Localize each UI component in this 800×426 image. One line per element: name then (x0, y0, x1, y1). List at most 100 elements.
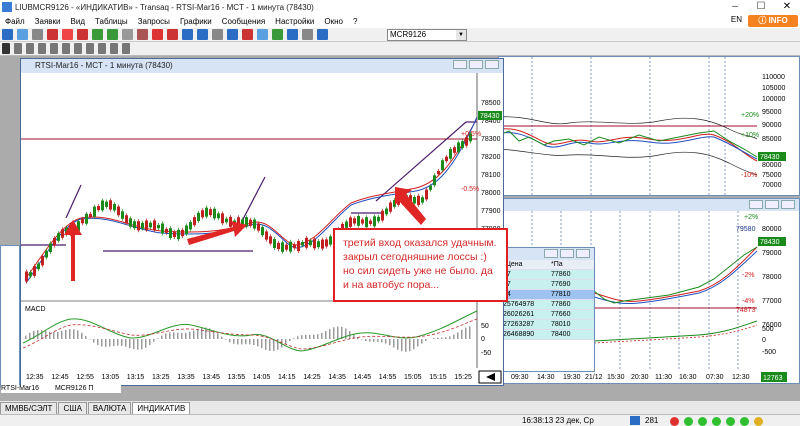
macd-bar (85, 335, 87, 339)
table-row[interactable]: 14 77810 (501, 290, 594, 300)
table-row[interactable]: 77 77690 (501, 280, 594, 290)
macd-bar (405, 339, 407, 352)
macd-bar (169, 332, 171, 339)
candle-body (81, 218, 84, 224)
macd-bar (201, 327, 203, 339)
zoom-out-icon[interactable] (110, 43, 118, 54)
table-row[interactable]: 25764978 77860 (501, 300, 594, 310)
sigma2-icon[interactable] (227, 29, 238, 40)
macd-bar (293, 338, 295, 339)
minimize-button[interactable]: – (722, 0, 748, 14)
x-tick: 14:30 (537, 374, 555, 381)
maximize-window-button[interactable] (469, 60, 483, 69)
filter-icon[interactable] (212, 29, 223, 40)
stop-icon[interactable] (47, 29, 58, 40)
macd-bar (113, 339, 115, 346)
dollar-icon[interactable] (197, 29, 208, 40)
close-button[interactable]: ✕ (774, 0, 800, 14)
macd-bar (161, 335, 163, 339)
left-panel[interactable] (0, 245, 20, 387)
candle-body (41, 255, 44, 266)
line-tool-icon[interactable] (26, 43, 34, 54)
fib-tool-icon[interactable] (62, 43, 70, 54)
info-button[interactable]: ⓘ INFO (748, 15, 798, 27)
maximize-button[interactable]: ☐ (748, 0, 774, 14)
close-window-button[interactable] (485, 60, 499, 69)
save-icon[interactable] (32, 29, 43, 40)
menu-file[interactable]: Файл (0, 17, 30, 26)
main-chart-window[interactable]: RTSI-Mar16 - MCT - 1 минута (78430) MACD… (1, 58, 504, 393)
hline-tool-icon[interactable] (38, 43, 46, 54)
tab-usa[interactable]: США (58, 402, 87, 414)
menu-settings[interactable]: Настройки (270, 17, 319, 26)
sell-icon[interactable] (167, 29, 178, 40)
quote-icon[interactable] (317, 29, 328, 40)
zoom-in-icon[interactable] (98, 43, 106, 54)
close-window-button[interactable] (781, 200, 795, 209)
menu-requests[interactable]: Запросы (133, 17, 175, 26)
menu-orders[interactable]: Заявки (30, 17, 66, 26)
quotes-table-window[interactable]: *Цена *Па 57 77860 77 77690 14 77810 257… (500, 247, 595, 372)
candle-body (29, 272, 32, 277)
menu-view[interactable]: Вид (66, 17, 90, 26)
delete-drawing-icon[interactable] (122, 43, 130, 54)
minimize-window-button[interactable] (453, 60, 467, 69)
x-tick: 14:05 (253, 374, 271, 381)
tab-mmvb[interactable]: ММВБ/СЭЛТ (0, 402, 58, 414)
macd-tick: 0 (481, 336, 485, 343)
column-header-price[interactable]: *Цена (501, 260, 549, 269)
chart-icon[interactable] (137, 29, 148, 40)
text-tool-icon[interactable] (74, 43, 82, 54)
app-icon (2, 2, 12, 12)
menu-tables[interactable]: Таблицы (90, 17, 133, 26)
tab-indicative[interactable]: ИНДИКАТИВ (132, 402, 191, 414)
candle-body (45, 250, 48, 258)
close-window-button[interactable] (576, 249, 590, 258)
refresh-icon[interactable] (257, 29, 268, 40)
table-row[interactable]: 26468890 78400 (501, 330, 594, 340)
open-icon[interactable] (17, 29, 28, 40)
chart-window-right-top[interactable]: 110000 105000 100000 95000 90000 85000 8… (498, 56, 800, 196)
maximize-window-button[interactable] (560, 249, 574, 258)
crosshair-icon[interactable] (14, 43, 22, 54)
language-switch[interactable]: EN (731, 15, 742, 24)
channel-tool-icon[interactable] (50, 43, 58, 54)
menu-charts[interactable]: Графики (175, 17, 217, 26)
macd-bar (453, 334, 455, 339)
dollar2-icon[interactable] (242, 29, 253, 40)
menu-help[interactable]: ? (348, 17, 362, 26)
new-window-icon[interactable] (2, 29, 13, 40)
table-row[interactable]: 26026261 77660 (501, 310, 594, 320)
column-header-pa[interactable]: *Па (549, 260, 563, 269)
table-cell: 25764978 (503, 301, 535, 308)
menu-window[interactable]: Окно (319, 17, 348, 26)
buy-icon[interactable] (92, 29, 103, 40)
sigma-icon[interactable] (182, 29, 193, 40)
table-row[interactable]: 57 77860 (501, 270, 594, 280)
candle-body (133, 221, 136, 229)
cancel-orders-icon[interactable] (77, 29, 88, 40)
candle-body (201, 210, 204, 218)
maximize-window-button[interactable] (765, 200, 779, 209)
chevron-down-icon[interactable]: ▼ (456, 30, 466, 40)
candle-body (33, 266, 36, 276)
minimize-window-button[interactable] (749, 200, 763, 209)
list-icon[interactable] (302, 29, 313, 40)
menu-messages[interactable]: Сообщения (217, 17, 270, 26)
minimize-window-button[interactable] (544, 249, 558, 258)
table-row[interactable]: 27263287 78010 (501, 320, 594, 330)
status-clock: 16:38:13 23 дек, Ср (522, 416, 594, 425)
flag-icon[interactable] (152, 29, 163, 40)
x-tick: 14:55 (379, 374, 397, 381)
tab-currency[interactable]: ВАЛЮТА (87, 402, 132, 414)
money-icon[interactable] (272, 29, 283, 40)
symbol-select[interactable]: MCR9126 ▼ (387, 29, 467, 41)
news-icon[interactable] (287, 29, 298, 40)
cursor-icon[interactable] (2, 43, 10, 54)
left-row[interactable]: RTSI-Mar16 MCR9126 П (1, 385, 121, 393)
macd-bar (101, 339, 103, 347)
arrow-tool-icon[interactable] (86, 43, 94, 54)
alert-icon[interactable] (62, 29, 73, 40)
grid-icon[interactable] (122, 29, 133, 40)
table-icon[interactable] (107, 29, 118, 40)
